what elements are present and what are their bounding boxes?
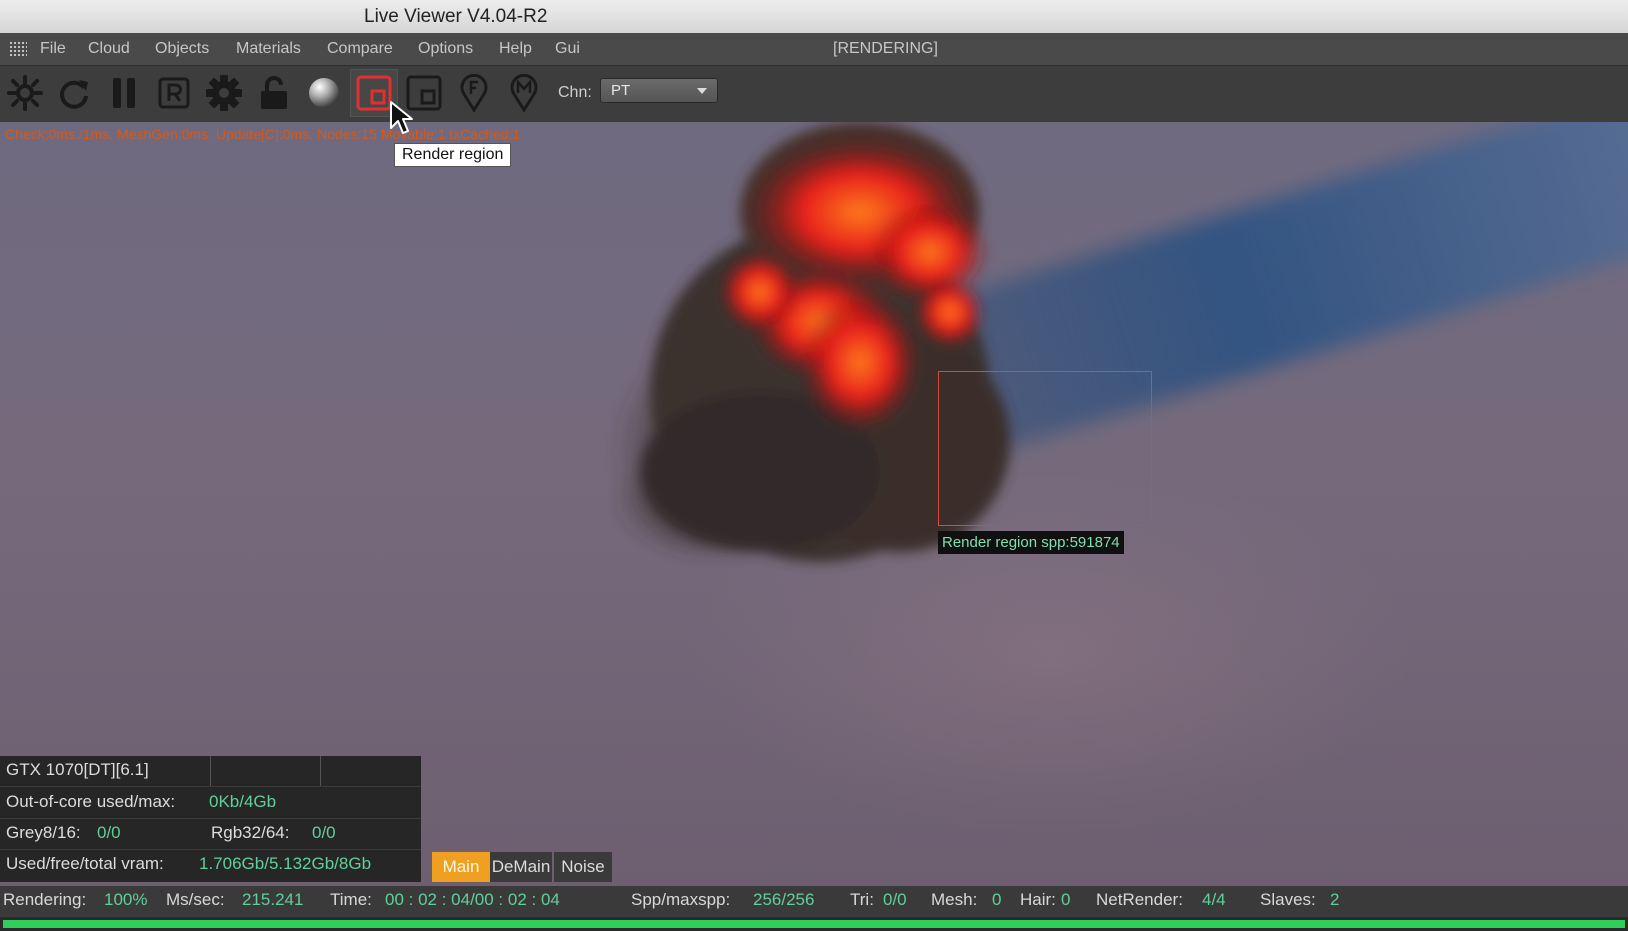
mssec-value: 215.241 [242, 890, 304, 909]
menu-options[interactable]: Options [418, 40, 473, 58]
render-progress-bar [0, 917, 1628, 931]
spp-label: Spp/maxspp: [631, 890, 731, 909]
r-box-button[interactable] [151, 70, 197, 116]
vram-row: Used/free/total vram: 1.706Gb/5.132Gb/8G… [0, 850, 421, 880]
channel-select[interactable]: PT [600, 78, 718, 103]
ooc-value: 0Kb/4Gb [209, 792, 277, 811]
grey-value: 0/0 [97, 823, 121, 842]
gpu-device-row: GTX 1070[DT][6.1] [0, 756, 421, 787]
status-bar: Rendering: 100% Ms/sec: 215.241 Time: 00… [0, 886, 1628, 916]
menu-bar: File Cloud Objects Materials Compare Opt… [0, 33, 1628, 66]
vram-value: 1.706Gb/5.132Gb/8Gb [199, 854, 372, 873]
gear-button[interactable] [201, 70, 247, 116]
hair-value: 0 [1061, 890, 1071, 909]
hair-label: Hair: [1020, 890, 1056, 909]
tab-demain[interactable]: DeMain [490, 852, 552, 882]
rendering-value: 100% [104, 890, 148, 909]
vram-label: Used/free/total vram: [6, 854, 164, 873]
debug-info: Check:0ms./1ms. MeshGen:0ms. Update[C]:0… [5, 126, 521, 142]
menu-gui[interactable]: Gui [555, 40, 580, 58]
material-pin-icon [510, 74, 538, 112]
lock-icon [261, 76, 287, 109]
settings-sun-button[interactable] [2, 70, 48, 116]
mssec-label: Ms/sec: [166, 890, 225, 909]
menu-compare[interactable]: Compare [327, 40, 393, 58]
slaves-label: Slaves: [1260, 890, 1316, 909]
render-region-icon [356, 75, 392, 111]
grey-label: Grey8/16: [6, 823, 81, 842]
live-viewer-window: Live Viewer V4.04-R2 File Cloud Objects … [0, 0, 1628, 931]
menu-grip-icon[interactable] [9, 41, 27, 57]
toolbar: Chn: PT [0, 66, 1628, 122]
menu-help[interactable]: Help [499, 40, 532, 58]
focus-pin-icon [460, 74, 488, 112]
ooc-label: Out-of-core used/max: [6, 792, 176, 811]
rgb-value: 0/0 [312, 823, 336, 842]
material-preview-button[interactable] [301, 70, 347, 116]
gpu-device-name: GTX 1070[DT][6.1] [6, 760, 149, 779]
lock-button[interactable] [251, 70, 297, 116]
tri-label: Tri: [850, 890, 874, 909]
channel-label: Chn: [558, 84, 592, 101]
time-value: 00 : 02 : 04/00 : 02 : 04 [385, 890, 560, 909]
menu-materials[interactable]: Materials [236, 40, 301, 58]
sphere-icon [309, 78, 339, 108]
tri-value: 0/0 [883, 890, 907, 909]
mesh-label: Mesh: [931, 890, 978, 909]
channel-value: PT [611, 82, 631, 99]
gpu-info-panel: GTX 1070[DT][6.1] Out-of-core used/max: … [0, 756, 421, 882]
render-region-box[interactable] [938, 371, 1152, 526]
rgb-label: Rgb32/64: [211, 823, 290, 842]
chevron-down-icon [697, 88, 707, 94]
spp-value: 256/256 [753, 890, 815, 909]
slaves-value: 2 [1330, 890, 1340, 909]
material-picker-button[interactable] [501, 70, 547, 116]
title-bar: Live Viewer V4.04-R2 [0, 0, 1628, 34]
settings-sun-icon [7, 75, 43, 111]
rendering-label: Rendering: [3, 890, 87, 909]
pause-icon [113, 78, 135, 108]
menu-cloud[interactable]: Cloud [88, 40, 130, 58]
texture-row: Grey8/16: 0/0 Rgb32/64: 0/0 [0, 819, 421, 850]
render-status-tag: [RENDERING] [833, 40, 938, 57]
divider [320, 756, 321, 786]
tab-main[interactable]: Main [432, 852, 490, 882]
pause-button[interactable] [101, 70, 147, 116]
out-of-core-row: Out-of-core used/max: 0Kb/4Gb [0, 788, 421, 819]
r-box-icon [158, 77, 190, 109]
refresh-icon [60, 80, 88, 109]
focus-picker-button[interactable] [451, 70, 497, 116]
mesh-value: 0 [992, 890, 1002, 909]
menu-file[interactable]: File [40, 40, 66, 58]
netrender-value: 4/4 [1202, 890, 1226, 909]
render-region-label: Render region spp:591874 [938, 531, 1124, 554]
time-label: Time: [330, 890, 372, 909]
refresh-button[interactable] [51, 70, 97, 116]
divider [210, 756, 211, 786]
menu-objects[interactable]: Objects [155, 40, 209, 58]
tab-noise[interactable]: Noise [554, 852, 612, 882]
netrender-label: NetRender: [1096, 890, 1183, 909]
gear-icon [206, 75, 242, 111]
render-region-tooltip: Render region [394, 143, 512, 167]
window-title: Live Viewer V4.04-R2 [364, 6, 548, 27]
render-progress-fill [3, 920, 1625, 928]
mouse-cursor-icon [390, 101, 413, 134]
